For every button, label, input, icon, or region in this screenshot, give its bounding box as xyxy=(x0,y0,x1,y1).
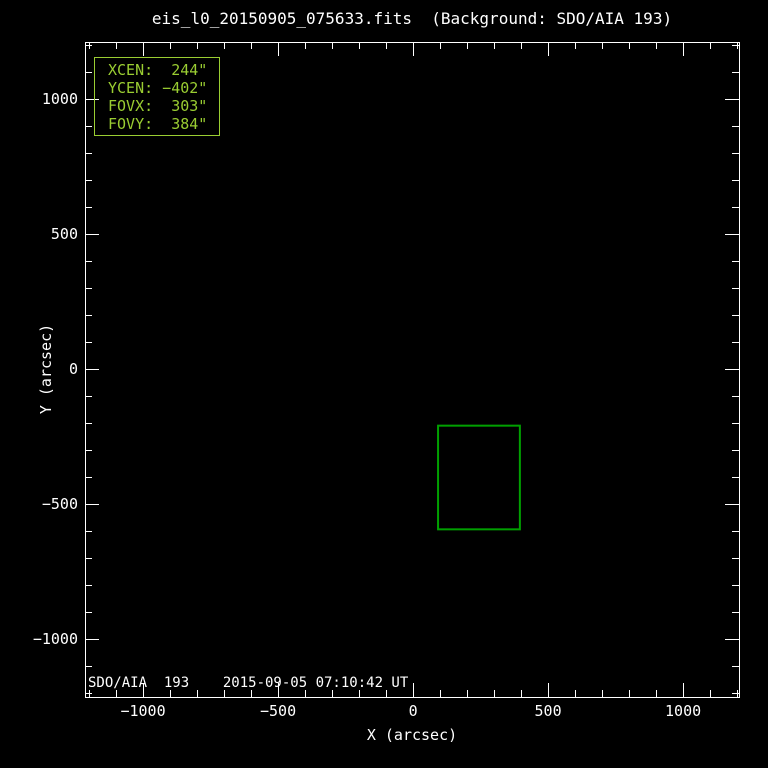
axis-ticks xyxy=(85,42,739,697)
x-tick-label: 1000 xyxy=(638,702,728,720)
info-line-fovx: FOVX: 303" xyxy=(108,97,219,115)
info-line-xcen: XCEN: 244" xyxy=(108,61,219,79)
fov-info-box: XCEN: 244" YCEN: −402" FOVX: 303" FOVY: … xyxy=(94,57,220,136)
eis-fov-plot-window: eis_l0_20150905_075633.fits (Background:… xyxy=(0,0,768,768)
info-line-ycen: YCEN: −402" xyxy=(108,79,219,97)
background-map-timestamp: SDO/AIA 193 2015-09-05 07:10:42 UT xyxy=(88,673,508,690)
y-tick-label: 1000 xyxy=(0,90,78,108)
x-tick-label: 0 xyxy=(368,702,458,720)
axes-frame xyxy=(86,43,740,698)
y-tick-label: −1000 xyxy=(0,630,78,648)
eis-fov-rectangle xyxy=(438,426,520,530)
info-line-fovy: FOVY: 384" xyxy=(108,115,219,133)
y-tick-label: 0 xyxy=(0,360,78,378)
x-tick-label: −500 xyxy=(233,702,323,720)
y-tick-label: −500 xyxy=(0,495,78,513)
y-tick-label: 500 xyxy=(0,225,78,243)
x-tick-label: −1000 xyxy=(98,702,188,720)
x-tick-label: 500 xyxy=(503,702,593,720)
x-axis-label: X (arcsec) xyxy=(85,726,739,744)
background-map-timestamp-text: SDO/AIA 193 2015-09-05 07:10:42 UT xyxy=(88,673,508,690)
